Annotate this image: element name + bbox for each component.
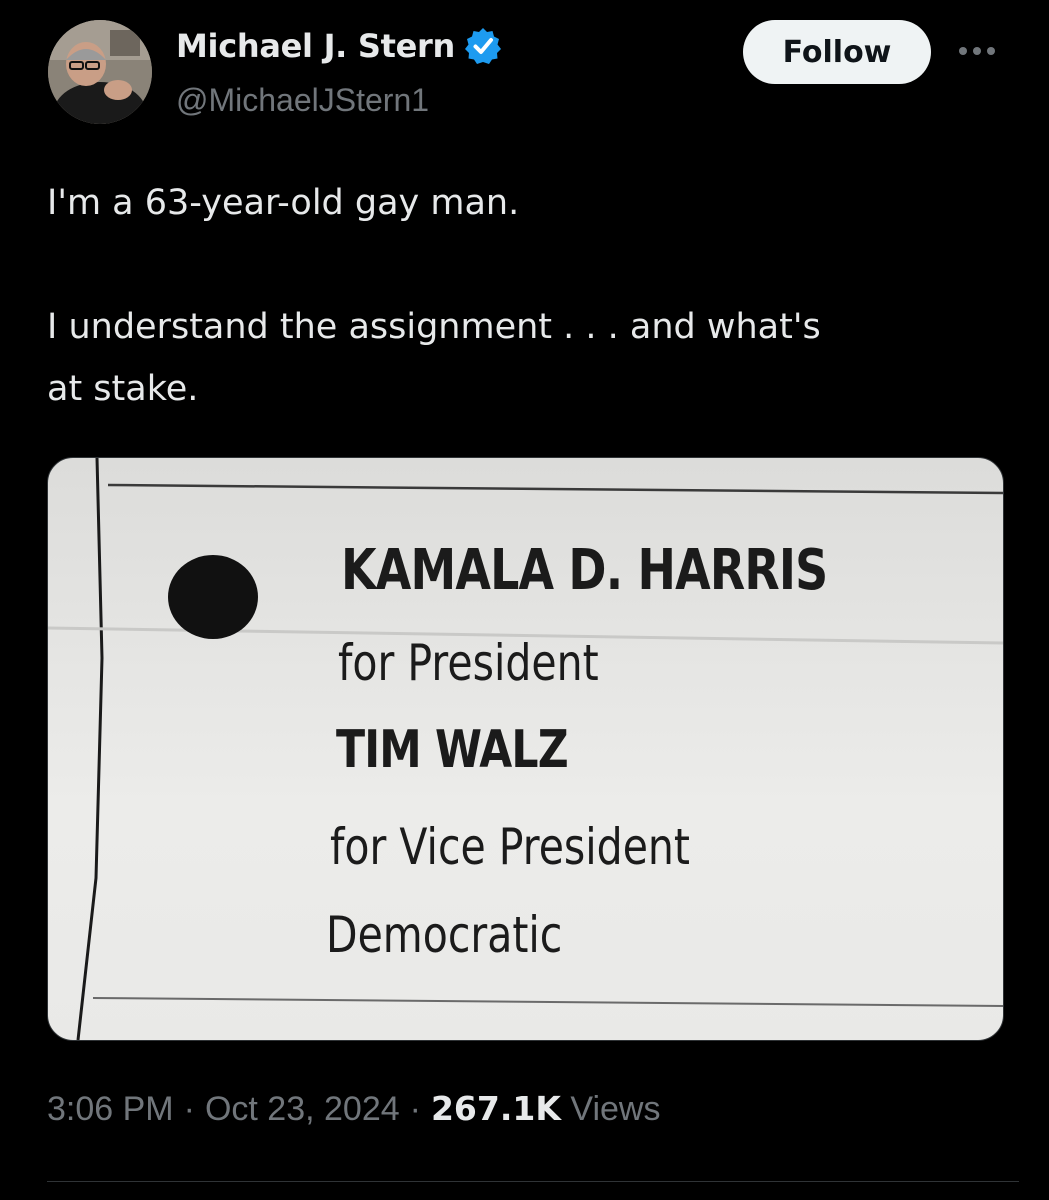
author-handle[interactable]: @MichaelJStern1 <box>176 82 429 119</box>
ballot-candidate-1: KAMALA D. HARRIS <box>341 538 828 603</box>
tweet-time[interactable]: 3:06 PM <box>47 1090 174 1129</box>
author-display-name[interactable]: Michael J. Stern <box>176 27 455 65</box>
views-count[interactable]: 267.1K <box>431 1089 561 1128</box>
tweet-date[interactable]: Oct 23, 2024 <box>205 1090 400 1129</box>
verified-badge-icon[interactable] <box>463 26 503 66</box>
meta-separator: · <box>183 1090 195 1128</box>
follow-button[interactable]: Follow <box>743 20 931 84</box>
avatar-image <box>48 20 152 124</box>
avatar[interactable] <box>48 20 152 124</box>
tweet-media-image[interactable]: KAMALA D. HARRIS for President TIM WALZ … <box>47 457 1004 1041</box>
tweet-meta: 3:06 PM · Oct 23, 2024 · 267.1K Views <box>47 1089 660 1129</box>
tweet-text: I'm a 63-year-old gay man. I understand … <box>47 183 821 409</box>
ballot-party: Democratic <box>326 906 563 964</box>
author-name-row: Michael J. Stern <box>176 26 503 66</box>
filled-vote-oval <box>168 555 258 639</box>
meta-separator: · <box>409 1090 421 1128</box>
ballot-candidate-2: TIM WALZ <box>336 720 569 780</box>
divider <box>47 1181 1019 1182</box>
more-horizontal-icon[interactable] <box>954 36 1000 66</box>
ballot-role-1: for President <box>338 634 599 692</box>
views-label: Views <box>570 1090 661 1128</box>
ballot-role-2: for Vice President <box>330 818 690 876</box>
